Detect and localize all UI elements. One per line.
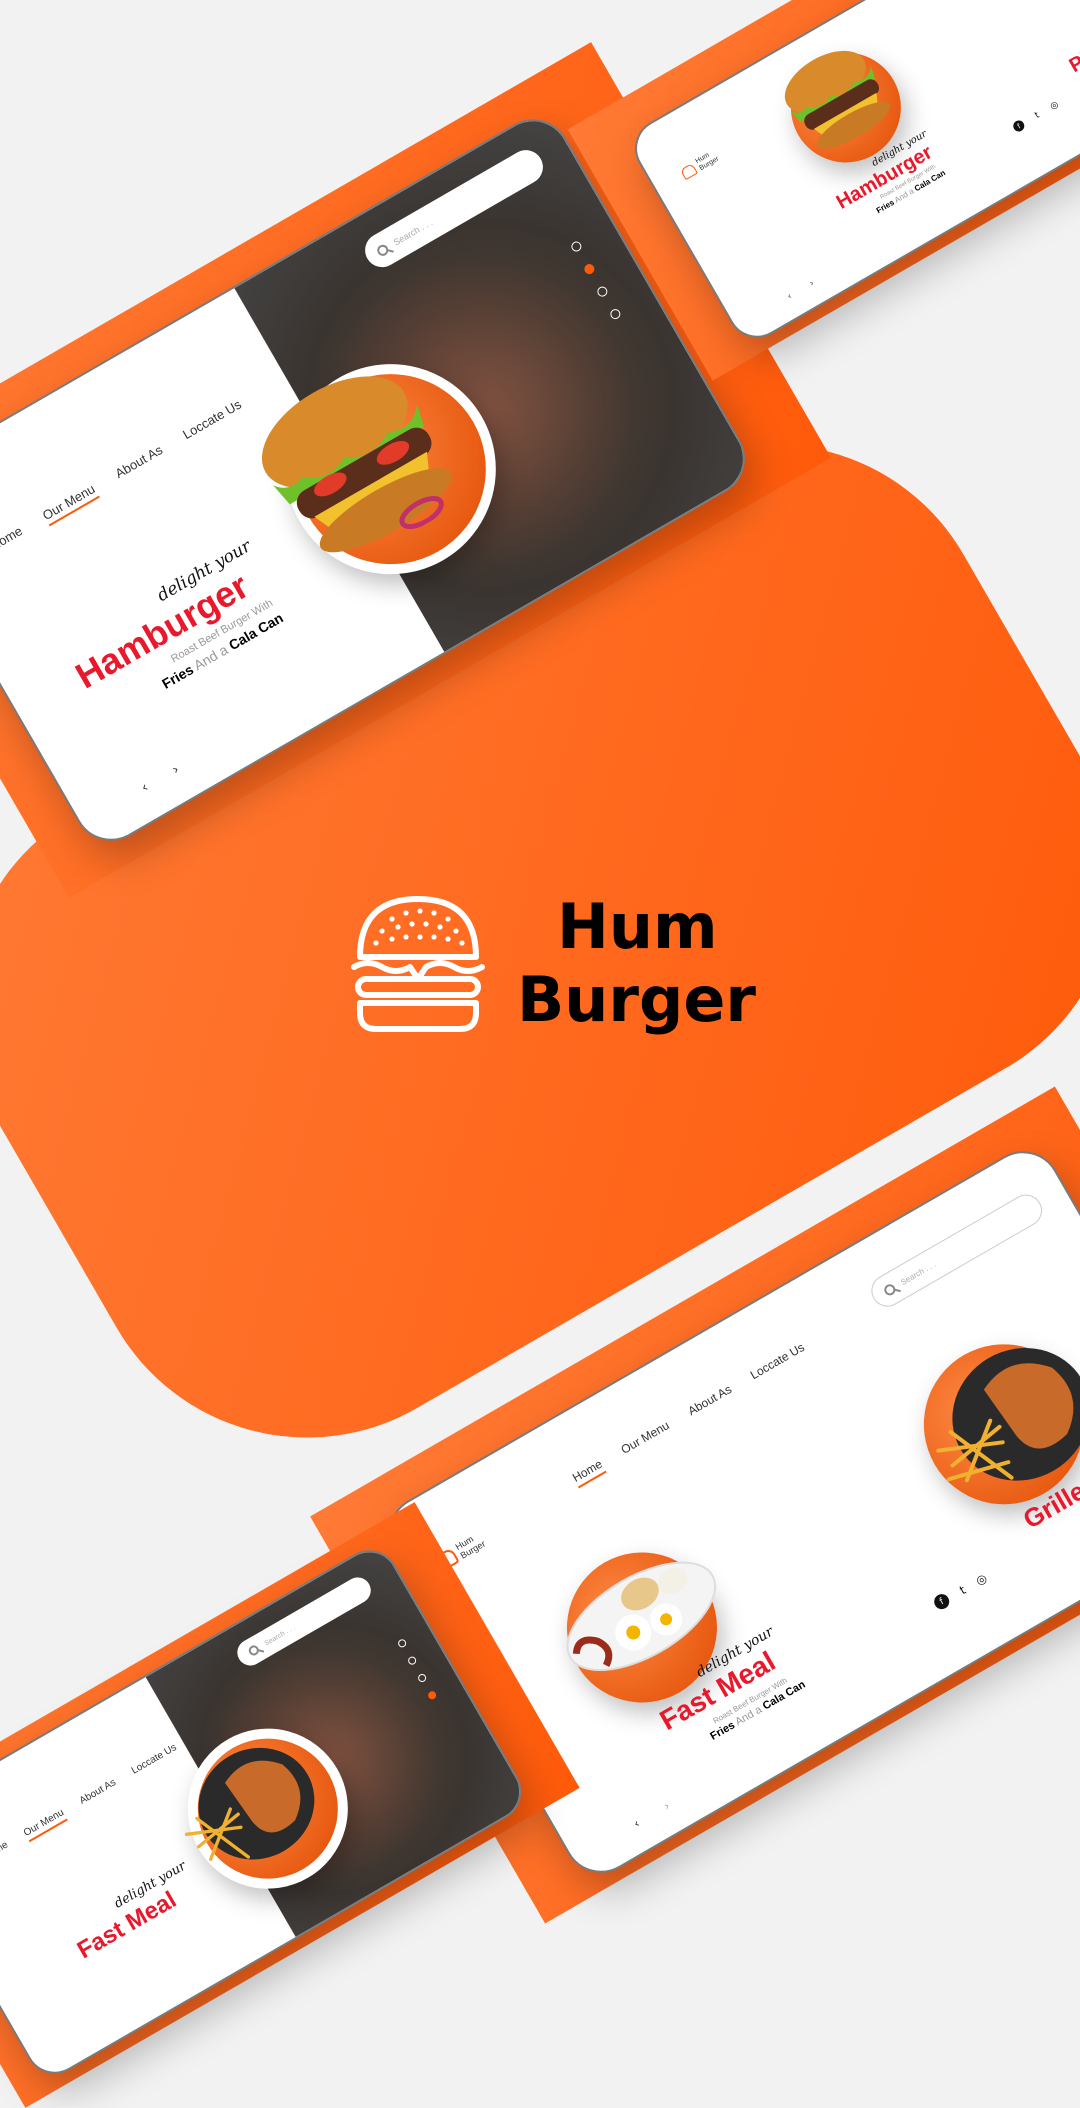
carousel-arrows: ‹ › <box>139 762 183 796</box>
burger-icon <box>679 162 698 181</box>
social-links: f t ◎ <box>931 1570 989 1612</box>
prev-arrow-icon[interactable]: ‹ <box>786 292 794 302</box>
brand-logo-icon <box>348 895 488 1035</box>
twitter-icon[interactable]: t <box>1033 110 1041 120</box>
brand-name-line2: Burger <box>517 963 756 1036</box>
brand-small: Hum Burger <box>679 149 721 182</box>
nav-home[interactable]: Home <box>0 1839 12 1865</box>
facebook-icon[interactable]: f <box>931 1591 952 1612</box>
social-links: f t ◎ <box>1011 99 1060 134</box>
main-nav: Home Our Menu About As Loccate Us <box>0 397 246 557</box>
next-slide-title: Pizza <box>1065 32 1080 78</box>
instagram-icon[interactable]: ◎ <box>973 1570 989 1587</box>
prev-arrow-icon[interactable]: ‹ <box>631 1816 642 1831</box>
carousel-arrows: ‹ › <box>786 279 816 302</box>
nav-our-menu[interactable]: Our Menu <box>39 481 100 527</box>
next-arrow-icon[interactable]: › <box>661 1799 672 1814</box>
search-icon <box>246 1643 261 1658</box>
prev-arrow-icon[interactable]: ‹ <box>139 779 152 796</box>
twitter-icon[interactable]: t <box>957 1582 968 1596</box>
nav-about[interactable]: About As <box>685 1382 736 1422</box>
nav-about[interactable]: About As <box>113 442 168 484</box>
search-icon <box>882 1281 898 1297</box>
carousel-arrows: ‹ › <box>631 1799 672 1831</box>
nav-about[interactable]: About As <box>78 1777 120 1810</box>
nav-locate[interactable]: Loccate Us <box>748 1340 809 1386</box>
nav-home[interactable]: Home <box>569 1456 607 1489</box>
instagram-icon[interactable]: ◎ <box>1048 99 1060 112</box>
next-arrow-icon[interactable]: › <box>169 762 182 779</box>
burger-icon <box>351 896 485 1032</box>
brand-name-line1: Hum <box>557 890 718 963</box>
next-arrow-icon[interactable]: › <box>808 279 816 289</box>
nav-our-menu[interactable]: Our Menu <box>21 1807 68 1843</box>
nav-our-menu[interactable]: Our Menu <box>618 1418 673 1460</box>
search-icon <box>375 242 391 258</box>
nav-home[interactable]: Home <box>0 523 27 557</box>
facebook-icon[interactable]: f <box>1011 118 1027 134</box>
